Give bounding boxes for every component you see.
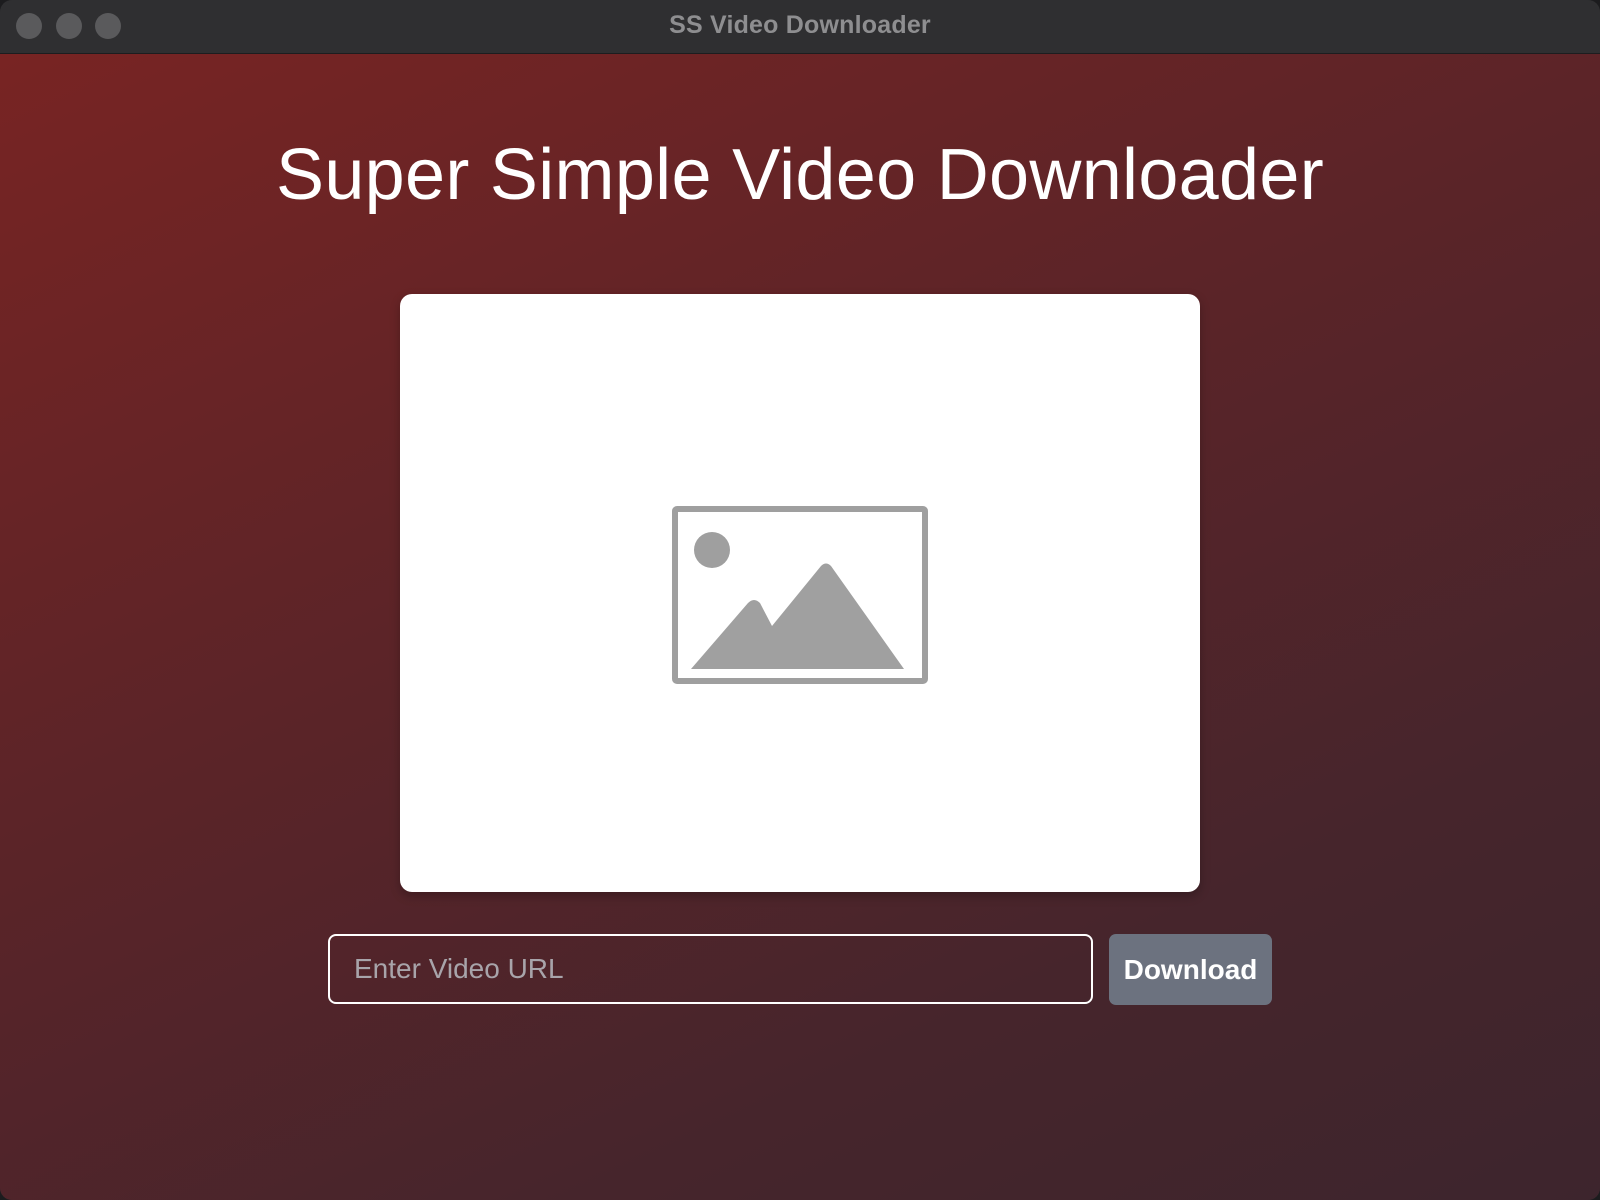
title-bar[interactable]: SS Video Downloader xyxy=(0,0,1600,54)
page-title: Super Simple Video Downloader xyxy=(276,135,1324,215)
window-title: SS Video Downloader xyxy=(669,11,931,39)
download-button[interactable]: Download xyxy=(1109,934,1272,1005)
image-placeholder-icon xyxy=(672,506,928,684)
main-content: Super Simple Video Downloader Download xyxy=(0,54,1600,1200)
video-preview-area xyxy=(400,294,1200,892)
video-url-input[interactable] xyxy=(328,934,1093,1004)
app-window: SS Video Downloader Super Simple Video D… xyxy=(0,0,1600,1200)
